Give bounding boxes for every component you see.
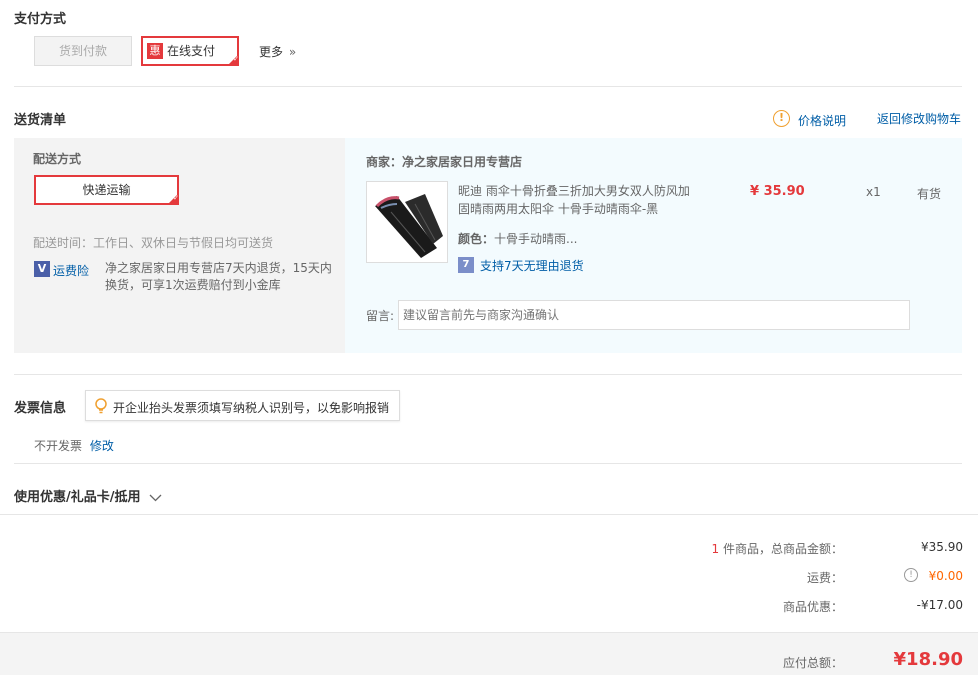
chevron-down-icon [149, 494, 162, 501]
selected-check-icon [167, 193, 179, 205]
section-divider [14, 374, 962, 375]
double-chevron-right-icon: » [288, 45, 297, 59]
payable-total-bar: 应付总额： ¥18.90 [0, 632, 978, 675]
express-shipping-label: 快递运输 [82, 183, 131, 197]
product-color: 颜色：十骨手动晴雨... [458, 230, 577, 247]
discount-badge-icon: 惠 [147, 43, 163, 59]
selected-check-icon [227, 54, 239, 66]
delivery-time-text: 配送时间：工作日、双休日与节假日均可送货 [33, 236, 274, 250]
color-value: 十骨手动晴雨... [494, 232, 578, 246]
coupon-section-toggle[interactable]: 使用优惠/礼品卡/抵用 [14, 486, 162, 505]
section-divider [0, 514, 978, 515]
delivery-method-title: 配送方式 [33, 152, 82, 166]
return-policy-link[interactable]: 支持7天无理由退货 [480, 257, 584, 274]
shipping-insurance-link[interactable]: 运费险 [53, 262, 89, 279]
note-label: 留言: [366, 309, 395, 323]
product-quantity: x1 [866, 185, 881, 199]
payment-section-title: 支付方式 [14, 12, 67, 27]
order-items-panel: 商家：净之家居家日用专营店 昵迪 雨伞十骨折叠三折加大男女双人防风加固晴雨两用太… [345, 138, 962, 353]
section-divider [14, 463, 962, 464]
delivery-section-title: 送货清单 [14, 113, 67, 128]
merchant-name: 商家：净之家居家日用专营店 [366, 155, 523, 169]
invoice-tip-text: 开企业抬头发票须填写纳税人识别号，以免影响报销 [113, 401, 390, 415]
payable-value: ¥18.90 [893, 649, 963, 670]
umbrella-product-image [367, 182, 447, 262]
items-label-text: 件商品，总商品金额： [722, 542, 843, 556]
items-total-label: 1 件商品，总商品金额： [712, 540, 843, 557]
more-payment-label: 更多 [259, 45, 284, 59]
discount-value: -¥17.00 [916, 598, 963, 612]
more-payment-link[interactable]: 更多 » [259, 43, 296, 60]
lightbulb-icon [95, 398, 107, 414]
shipping-fee-value: ¥0.00 [928, 569, 963, 583]
discount-label: 商品优惠： [782, 600, 843, 614]
section-divider [14, 86, 962, 87]
product-name-link[interactable]: 昵迪 雨伞十骨折叠三折加大男女双人防风加固晴雨两用太阳伞 十骨手动晴雨伞-黑 [458, 182, 698, 218]
merchant-note-input[interactable] [398, 300, 910, 330]
stock-status: 有货 [917, 187, 942, 201]
coupon-section-title: 使用优惠/礼品卡/抵用 [14, 490, 141, 505]
delivery-method-panel: 配送方式 快递运输 配送时间：工作日、双休日与节假日均可送货 V 运费险 净之家… [14, 138, 345, 353]
shipping-insurance-desc: 净之家居家日用专营店7天内退货，15天内换货，可享1次运费赔付到小金库 [105, 261, 332, 292]
invoice-status: 不开发票 修改 [34, 437, 114, 454]
cod-payment-button[interactable]: 货到付款 [34, 36, 132, 66]
shipping-insurance-icon: V [34, 261, 50, 277]
invoice-section-title: 发票信息 [14, 401, 67, 416]
invoice-edit-link[interactable]: 修改 [90, 439, 114, 453]
price-note-label: 价格说明 [798, 114, 847, 128]
online-payment-button[interactable]: 惠 在线支付 [141, 36, 239, 66]
shipping-fee-label: 运费： [806, 571, 843, 585]
online-payment-label: 在线支付 [167, 44, 216, 58]
back-to-cart-link[interactable]: 返回修改购物车 [877, 110, 961, 127]
shipping-info-icon[interactable]: ! [904, 568, 918, 582]
payable-label: 应付总额： [782, 656, 843, 670]
warning-info-icon: ! [773, 110, 790, 127]
color-label: 颜色： [458, 232, 495, 246]
product-image[interactable] [366, 181, 448, 263]
item-count: 1 [711, 542, 720, 556]
seven-day-return-icon: 7 [458, 257, 474, 273]
invoice-tip-tooltip: 开企业抬头发票须填写纳税人识别号，以免影响报销 [85, 390, 400, 421]
express-shipping-button[interactable]: 快递运输 [34, 175, 179, 205]
items-total-value: ¥35.90 [921, 540, 963, 554]
product-price: ¥ 35.90 [750, 184, 805, 199]
invoice-status-text: 不开发票 [34, 439, 83, 453]
